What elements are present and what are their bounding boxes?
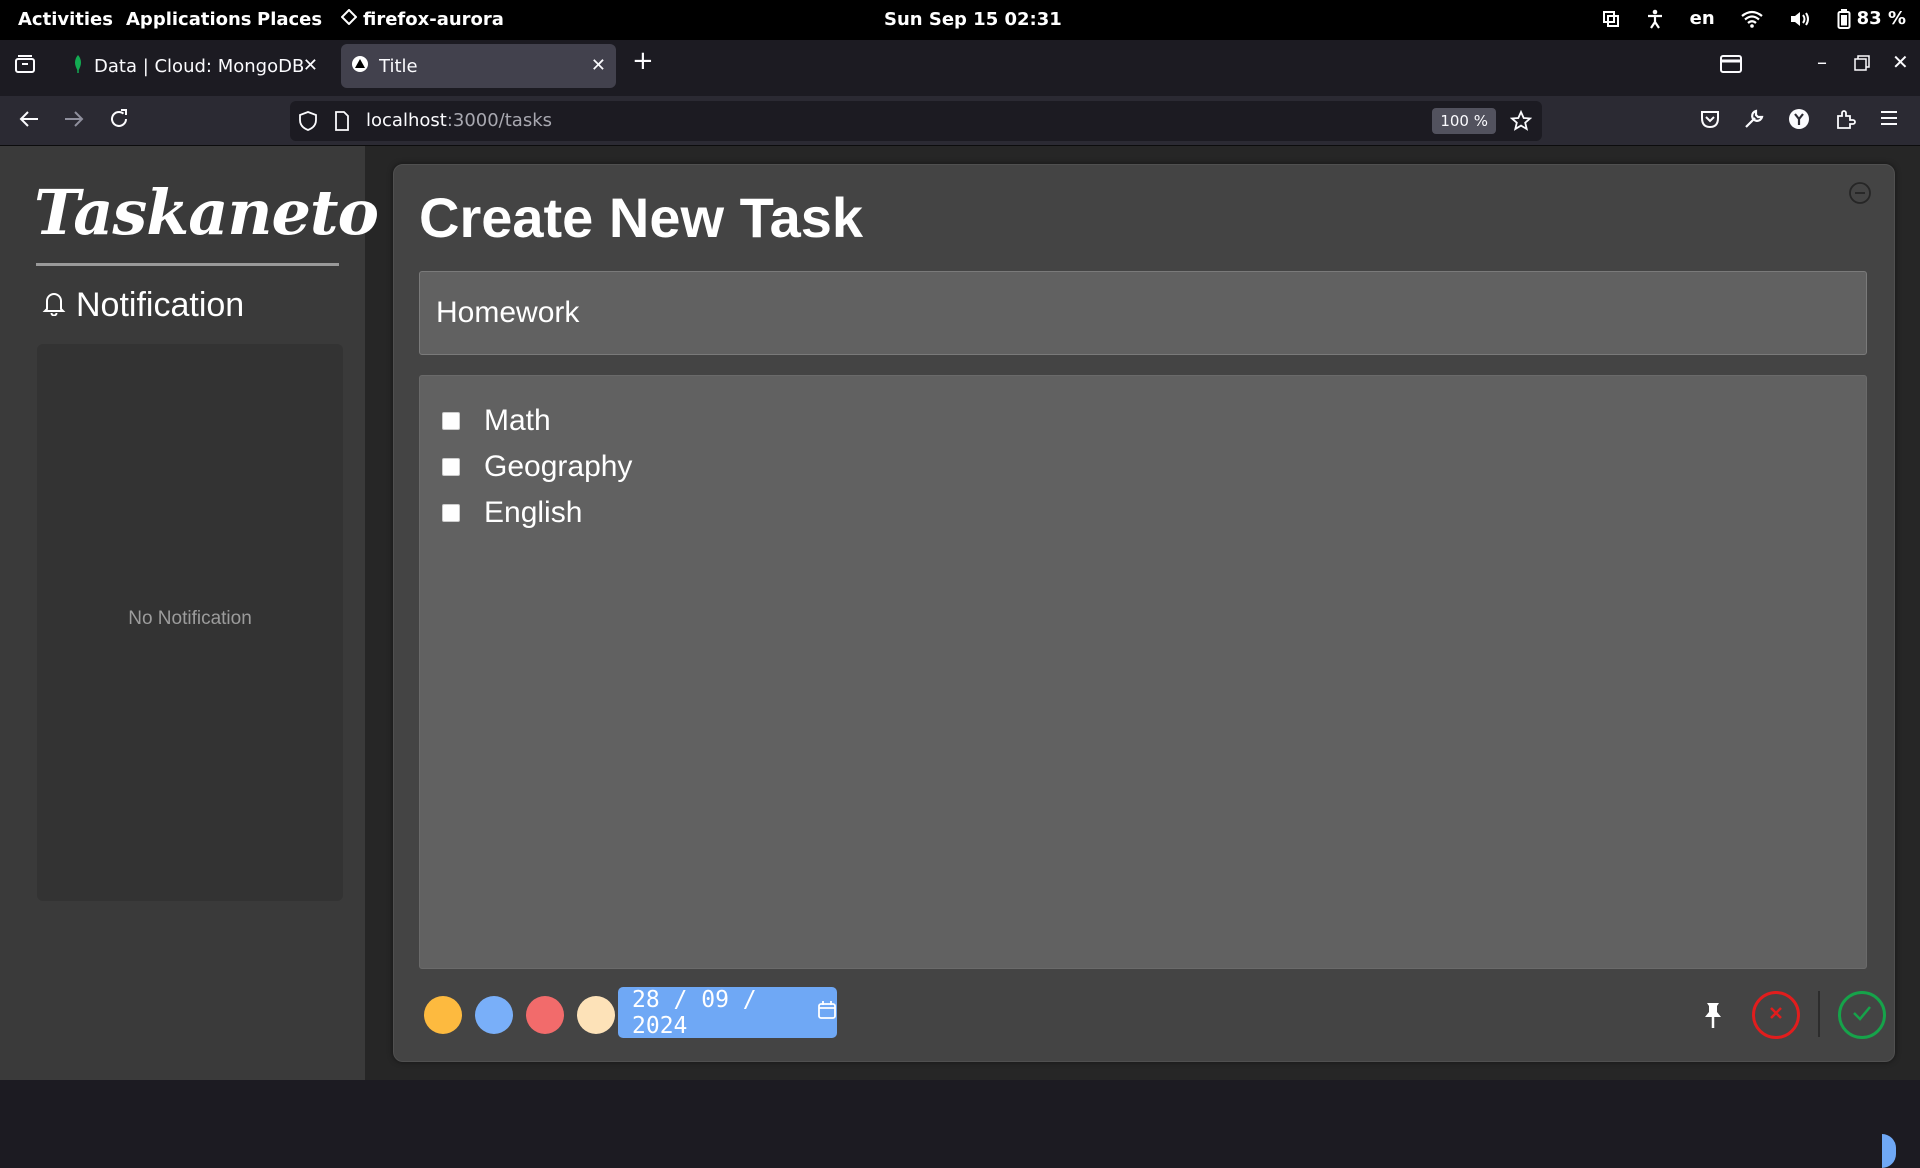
create-task-card: Create New Task Math Geography English <box>393 164 1895 1062</box>
tab-strip: Data | Cloud: MongoDB Cl ✕ Title ✕ + – ✕ <box>0 40 1920 96</box>
places-menu[interactable]: Places <box>257 9 322 30</box>
checkbox[interactable] <box>442 458 460 476</box>
collapse-icon[interactable] <box>1848 181 1872 209</box>
color-swatch-red[interactable] <box>526 996 564 1034</box>
checklist-item-label: English <box>484 496 583 529</box>
new-tab-button[interactable]: + <box>632 46 654 76</box>
minimize-window-button[interactable]: – <box>1817 50 1827 74</box>
checkbox[interactable] <box>442 412 460 430</box>
wifi-icon[interactable] <box>1740 10 1763 28</box>
floating-edge-button[interactable] <box>1882 1134 1896 1168</box>
nextjs-triangle-icon <box>351 55 369 78</box>
close-window-button[interactable]: ✕ <box>1892 50 1909 74</box>
check-icon <box>1852 1005 1872 1025</box>
url-bar[interactable]: localhost:3000/tasks 100 % <box>290 101 1542 141</box>
app-diamond-icon <box>340 8 358 30</box>
active-app-name: firefox-aurora <box>363 9 504 30</box>
activities-button[interactable]: Activities <box>18 9 113 30</box>
battery-level: 83 % <box>1856 8 1906 29</box>
clock[interactable]: Sun Sep 15 02:31 <box>884 9 1062 30</box>
bell-icon <box>42 286 66 325</box>
task-body-editor[interactable]: Math Geography English <box>419 375 1867 969</box>
task-title-input[interactable] <box>419 271 1867 355</box>
extensions-icon[interactable] <box>1834 108 1856 136</box>
tab-title: Data | Cloud: MongoDB Cl <box>94 55 304 77</box>
profile-avatar-icon[interactable] <box>1788 108 1810 136</box>
pocket-icon[interactable] <box>1699 108 1721 136</box>
zoom-indicator[interactable]: 100 % <box>1432 108 1496 134</box>
system-top-bar: Activities Applications Places firefox-a… <box>0 0 1920 40</box>
navigation-toolbar: localhost:3000/tasks 100 % <box>0 96 1920 146</box>
language-indicator[interactable]: en <box>1690 8 1715 29</box>
forward-button[interactable] <box>63 108 85 136</box>
tab-title: Title <box>379 55 418 77</box>
save-task-button[interactable] <box>1838 991 1886 1039</box>
checklist-item[interactable]: Geography <box>442 444 1866 490</box>
tracking-shield-icon[interactable] <box>298 111 318 135</box>
system-tray[interactable]: en 83 % <box>1602 8 1906 29</box>
checklist-item-label: Geography <box>484 450 633 483</box>
task-footer-toolbar: 28 / 09 / 2024 <box>419 986 1886 1041</box>
applications-menu[interactable]: Applications <box>126 9 252 30</box>
close-tab-icon[interactable]: ✕ <box>591 55 606 76</box>
close-tab-icon[interactable]: ✕ <box>303 55 318 76</box>
tab-list-icon[interactable] <box>1720 54 1742 78</box>
url-text[interactable]: localhost:3000/tasks <box>366 110 552 131</box>
tab-overview-icon[interactable] <box>14 54 36 79</box>
volume-icon[interactable] <box>1789 10 1811 28</box>
sidebar: Taskaneto Notification No Notification <box>0 146 379 1080</box>
color-swatch-blue[interactable] <box>475 996 513 1034</box>
wrench-icon[interactable] <box>1743 108 1765 136</box>
page-info-icon[interactable] <box>334 111 350 135</box>
logo-divider <box>36 263 339 266</box>
screen-share-icon[interactable] <box>1602 10 1620 28</box>
url-path: :3000/tasks <box>446 110 553 131</box>
empty-notification-text: No Notification <box>128 608 252 629</box>
notification-heading-text: Notification <box>76 286 245 324</box>
bookmark-star-icon[interactable] <box>1509 109 1533 136</box>
mongodb-leaf-icon <box>72 54 84 78</box>
notification-heading: Notification <box>42 286 244 325</box>
color-swatch-orange[interactable] <box>424 996 462 1034</box>
accessibility-icon[interactable] <box>1646 9 1664 29</box>
app-logo: Taskaneto <box>34 176 379 249</box>
calendar-icon[interactable] <box>817 1000 837 1026</box>
page-content: Taskaneto Notification No Notification C… <box>0 146 1920 1168</box>
reload-button[interactable] <box>108 108 130 136</box>
checklist-item[interactable]: Math <box>442 398 1866 444</box>
tab-mongodb[interactable]: Data | Cloud: MongoDB Cl ✕ <box>62 44 328 88</box>
close-icon <box>1768 1005 1784 1025</box>
checkbox[interactable] <box>442 504 460 522</box>
back-button[interactable] <box>18 108 40 136</box>
active-app-menu[interactable]: firefox-aurora <box>340 8 504 30</box>
checklist-item-label: Math <box>484 404 551 437</box>
restore-window-button[interactable] <box>1854 52 1870 76</box>
battery-status[interactable]: 83 % <box>1837 8 1906 29</box>
page-title: Create New Task <box>419 186 864 249</box>
color-swatch-cream[interactable] <box>577 996 615 1034</box>
checklist-item[interactable]: English <box>442 490 1866 536</box>
hamburger-menu-icon[interactable] <box>1879 108 1899 134</box>
notification-panel: No Notification <box>37 344 343 901</box>
battery-icon <box>1837 8 1851 29</box>
cancel-button[interactable] <box>1752 991 1800 1039</box>
url-host: localhost <box>366 110 447 131</box>
due-date-picker[interactable]: 28 / 09 / 2024 <box>618 986 837 1039</box>
toolbar-divider <box>1818 991 1820 1037</box>
tab-active[interactable]: Title ✕ <box>341 44 616 88</box>
due-date-value: 28 / 09 / 2024 <box>632 986 757 1039</box>
pin-icon[interactable] <box>1701 1001 1725 1033</box>
